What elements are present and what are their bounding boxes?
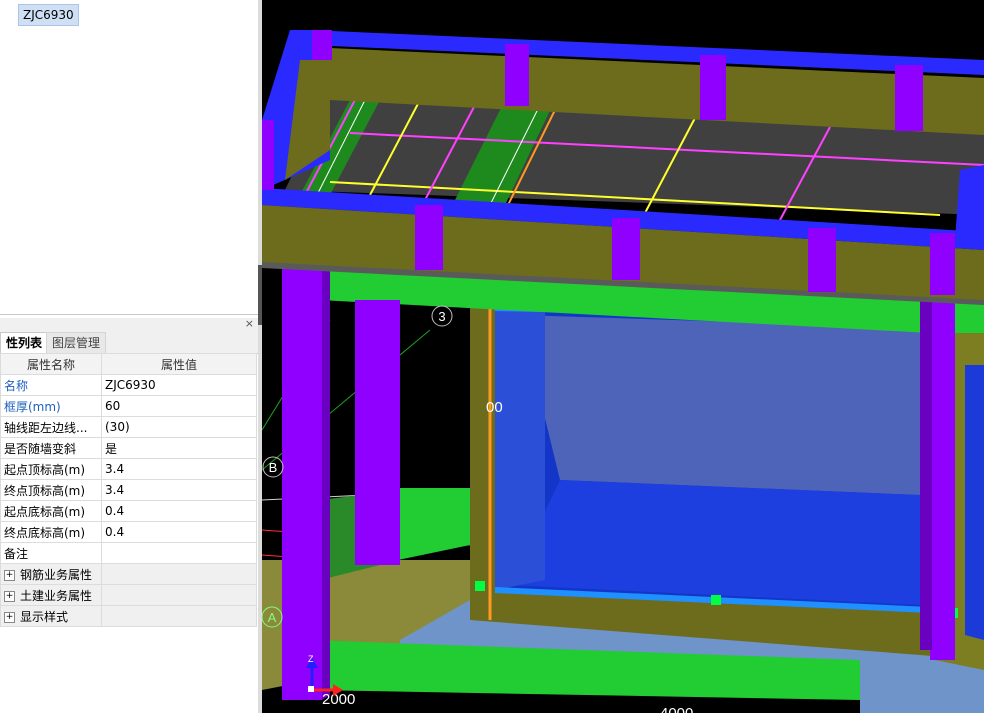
property-grid: 属性名称 属性值 名称 ZJC6930 框厚(mm) 60 轴线距左边线... … bbox=[0, 353, 257, 627]
property-value[interactable]: 60 bbox=[101, 395, 257, 417]
dimension-text-2000: 2000 bbox=[322, 691, 355, 708]
tab-layer-management[interactable]: 图层管理 bbox=[46, 332, 107, 353]
tree-item-selected[interactable]: ZJC6930 bbox=[18, 4, 79, 26]
property-value[interactable]: 3.4 bbox=[101, 458, 257, 480]
property-panel-header: × bbox=[0, 317, 258, 332]
grid-header-row: 属性名称 属性值 bbox=[0, 353, 257, 375]
property-group-label: 土建业务属性 bbox=[20, 588, 93, 603]
property-value[interactable]: 3.4 bbox=[101, 479, 257, 501]
window[interactable] bbox=[475, 305, 958, 620]
expand-icon[interactable]: + bbox=[4, 590, 15, 602]
axis-label-3: 3 bbox=[438, 309, 445, 324]
property-group-row[interactable]: + 土建业务属性 bbox=[0, 584, 257, 606]
property-group-label: 钢筋业务属性 bbox=[20, 567, 93, 582]
property-group-row[interactable]: + 钢筋业务属性 bbox=[0, 563, 257, 585]
property-group-value bbox=[101, 584, 257, 606]
property-name: 轴线距左边线... bbox=[0, 416, 102, 438]
property-tabs: 性列表 图层管理 bbox=[0, 332, 258, 354]
property-group-label: 显示样式 bbox=[20, 609, 69, 624]
property-group-name[interactable]: + 显示样式 bbox=[0, 605, 102, 627]
property-value[interactable] bbox=[101, 542, 257, 564]
close-icon[interactable]: × bbox=[245, 317, 254, 330]
property-value[interactable]: ZJC6930 bbox=[101, 374, 257, 396]
tab-property-list[interactable]: 性列表 bbox=[0, 332, 49, 353]
component-tree: ZJC6930 bbox=[0, 0, 258, 315]
dimension-text-00: 00 bbox=[486, 399, 503, 416]
property-row[interactable]: 终点顶标高(m) 3.4 bbox=[0, 479, 257, 501]
property-name: 备注 bbox=[0, 542, 102, 564]
property-name: 名称 bbox=[0, 374, 102, 396]
property-value[interactable]: 是 bbox=[101, 437, 257, 459]
property-row[interactable]: 轴线距左边线... (30) bbox=[0, 416, 257, 438]
property-name: 起点顶标高(m) bbox=[0, 458, 102, 480]
property-row[interactable]: 起点顶标高(m) 3.4 bbox=[0, 458, 257, 480]
column-header-name: 属性名称 bbox=[0, 353, 102, 375]
axis-label-B: B bbox=[269, 460, 278, 475]
axis-label-A: A bbox=[268, 610, 277, 625]
property-name: 终点顶标高(m) bbox=[0, 479, 102, 501]
property-name: 是否随墙变斜 bbox=[0, 437, 102, 459]
property-group-name[interactable]: + 钢筋业务属性 bbox=[0, 563, 102, 585]
property-value[interactable]: (30) bbox=[101, 416, 257, 438]
property-row[interactable]: 终点底标高(m) 0.4 bbox=[0, 521, 257, 543]
property-row[interactable]: 名称 ZJC6930 bbox=[0, 374, 257, 396]
expand-icon[interactable]: + bbox=[4, 611, 15, 623]
property-row[interactable]: 备注 bbox=[0, 542, 257, 564]
side-window bbox=[965, 365, 984, 640]
property-group-value bbox=[101, 605, 257, 627]
property-row[interactable]: 框厚(mm) 60 bbox=[0, 395, 257, 417]
property-name: 框厚(mm) bbox=[0, 395, 102, 417]
axis-label-z: Z bbox=[308, 654, 314, 664]
property-group-row[interactable]: + 显示样式 bbox=[0, 605, 257, 627]
property-row[interactable]: 是否随墙变斜 是 bbox=[0, 437, 257, 459]
left-panel: ZJC6930 × 性列表 图层管理 属性名称 属性值 名称 ZJC6930 框… bbox=[0, 0, 258, 713]
column-header-value: 属性值 bbox=[101, 353, 257, 375]
property-value[interactable]: 0.4 bbox=[101, 521, 257, 543]
expand-icon[interactable]: + bbox=[4, 569, 15, 581]
property-group-name[interactable]: + 土建业务属性 bbox=[0, 584, 102, 606]
property-name: 起点底标高(m) bbox=[0, 500, 102, 522]
property-value[interactable]: 0.4 bbox=[101, 500, 257, 522]
3d-viewport[interactable]: 3 B A 00 2000 4000 Z bbox=[262, 0, 984, 713]
property-row[interactable]: 起点底标高(m) 0.4 bbox=[0, 500, 257, 522]
property-group-value bbox=[101, 563, 257, 585]
dimension-text-4000: 4000 bbox=[660, 705, 693, 713]
property-name: 终点底标高(m) bbox=[0, 521, 102, 543]
